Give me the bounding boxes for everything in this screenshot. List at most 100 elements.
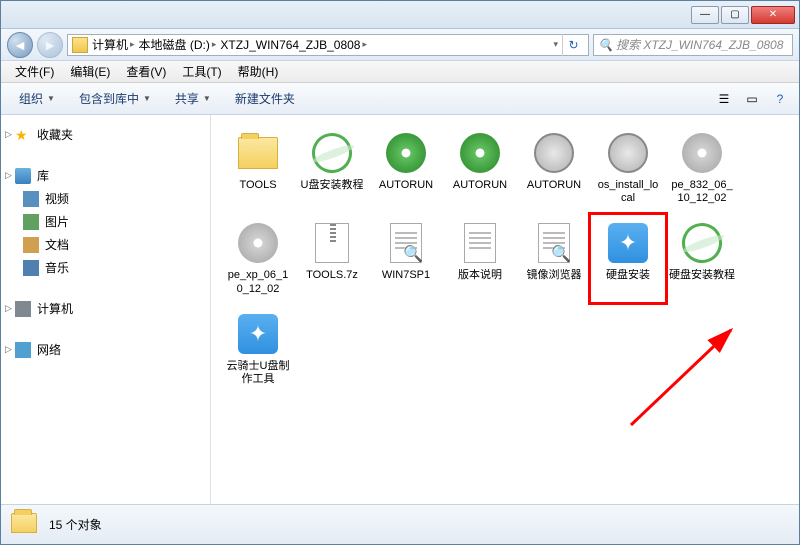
sidebar-videos[interactable]: 视频 [5, 187, 206, 210]
file-label: 云骑士U盘制作工具 [225, 360, 291, 386]
file-label: AUTORUN [527, 179, 581, 192]
file-item[interactable]: AUTORUN [371, 127, 441, 209]
file-icon: ✦ [606, 221, 650, 265]
new-folder-button[interactable]: 新建文件夹 [225, 86, 305, 111]
body: ▷★收藏夹 ▷库 视频 图片 文档 音乐 ▷计算机 ▷网络 TOOLS U盘安装教… [1, 115, 799, 504]
file-icon [532, 131, 576, 175]
file-label: os_install_local [595, 179, 661, 205]
refresh-button[interactable]: ↻ [562, 34, 584, 56]
breadcrumb-segment[interactable]: XTZJ_WIN764_ZJB_0808▸ [220, 38, 367, 52]
file-item[interactable]: ✦ 云骑士U盘制作工具 [223, 308, 293, 390]
file-icon [310, 131, 354, 175]
minimize-button[interactable]: — [691, 6, 719, 24]
file-item[interactable]: 硬盘安装教程 [667, 217, 737, 299]
file-item[interactable]: WIN7SP1 [371, 217, 441, 299]
organize-button[interactable]: 组织▼ [9, 86, 65, 111]
sidebar-network[interactable]: ▷网络 [5, 338, 206, 361]
file-item[interactable]: AUTORUN [519, 127, 589, 209]
item-count: 15 个对象 [49, 516, 102, 533]
file-icon [458, 221, 502, 265]
file-icon [236, 131, 280, 175]
pictures-icon [23, 214, 39, 230]
file-item[interactable]: pe_832_06_10_12_02 [667, 127, 737, 209]
file-icon [384, 221, 428, 265]
menu-help[interactable]: 帮助(H) [230, 61, 287, 82]
window-controls: — ▢ ✕ [691, 6, 795, 24]
file-icon [680, 221, 724, 265]
menubar: 文件(F) 编辑(E) 查看(V) 工具(T) 帮助(H) [1, 61, 799, 83]
file-item[interactable]: TOOLS.7z [297, 217, 367, 299]
search-input[interactable]: 🔍 搜索 XTZJ_WIN764_ZJB_0808 [593, 34, 793, 56]
file-icon [236, 221, 280, 265]
close-button[interactable]: ✕ [751, 6, 795, 24]
file-item[interactable]: pe_xp_06_10_12_02 [223, 217, 293, 299]
include-library-button[interactable]: 包含到库中▼ [69, 86, 161, 111]
annotation-arrow [621, 315, 751, 435]
video-icon [23, 191, 39, 207]
file-item[interactable]: AUTORUN [445, 127, 515, 209]
star-icon: ★ [15, 127, 31, 143]
menu-file[interactable]: 文件(F) [7, 61, 62, 82]
file-label: 镜像浏览器 [527, 269, 582, 282]
titlebar: — ▢ ✕ [1, 1, 799, 29]
file-icon [532, 221, 576, 265]
file-label: pe_832_06_10_12_02 [669, 179, 735, 205]
file-icon [384, 131, 428, 175]
sidebar-pictures[interactable]: 图片 [5, 210, 206, 233]
file-item[interactable]: 版本说明 [445, 217, 515, 299]
navbar: ◄ ► 计算机▸ 本地磁盘 (D:)▸ XTZJ_WIN764_ZJB_0808… [1, 29, 799, 61]
file-list[interactable]: TOOLS U盘安装教程 AUTORUN AUTORUN AUTORUN os_insta… [211, 115, 799, 504]
sidebar-music[interactable]: 音乐 [5, 256, 206, 279]
sidebar-favorites[interactable]: ▷★收藏夹 [5, 123, 206, 146]
breadcrumb-segment[interactable]: 计算机▸ [92, 36, 135, 53]
folder-icon [11, 513, 39, 537]
menu-edit[interactable]: 编辑(E) [62, 61, 118, 82]
file-label: U盘安装教程 [301, 179, 364, 192]
maximize-button[interactable]: ▢ [721, 6, 749, 24]
sidebar-libraries[interactable]: ▷库 [5, 164, 206, 187]
file-item[interactable]: os_install_local [593, 127, 663, 209]
library-icon [15, 168, 31, 184]
back-button[interactable]: ◄ [7, 32, 33, 58]
forward-button[interactable]: ► [37, 32, 63, 58]
documents-icon [23, 237, 39, 253]
file-item[interactable]: 镜像浏览器 [519, 217, 589, 299]
file-label: AUTORUN [453, 179, 507, 192]
help-button[interactable]: ? [769, 88, 791, 110]
search-icon: 🔍 [598, 38, 612, 52]
music-icon [23, 260, 39, 276]
address-bar[interactable]: 计算机▸ 本地磁盘 (D:)▸ XTZJ_WIN764_ZJB_0808▸ ▾ … [67, 34, 589, 56]
menu-view[interactable]: 查看(V) [118, 61, 174, 82]
breadcrumb-segment[interactable]: 本地磁盘 (D:)▸ [139, 36, 217, 53]
network-icon [15, 342, 31, 358]
share-button[interactable]: 共享▼ [165, 86, 221, 111]
sidebar-computer[interactable]: ▷计算机 [5, 297, 206, 320]
history-dropdown[interactable]: ▾ [553, 39, 558, 50]
file-label: 硬盘安装 [606, 269, 650, 282]
toolbar: 组织▼ 包含到库中▼ 共享▼ 新建文件夹 ☰ ▭ ? [1, 83, 799, 115]
file-icon [680, 131, 724, 175]
file-item[interactable]: U盘安装教程 [297, 127, 367, 209]
view-options-button[interactable]: ☰ [713, 88, 735, 110]
file-label: AUTORUN [379, 179, 433, 192]
search-placeholder: 搜索 XTZJ_WIN764_ZJB_0808 [616, 36, 783, 53]
menu-tools[interactable]: 工具(T) [174, 61, 229, 82]
file-label: 版本说明 [458, 269, 502, 282]
file-icon: ✦ [236, 312, 280, 356]
file-label: TOOLS [239, 179, 276, 192]
statusbar: 15 个对象 [1, 504, 799, 544]
file-icon [310, 221, 354, 265]
file-label: pe_xp_06_10_12_02 [225, 269, 291, 295]
explorer-window: — ▢ ✕ ◄ ► 计算机▸ 本地磁盘 (D:)▸ XTZJ_WIN764_ZJ… [0, 0, 800, 545]
sidebar: ▷★收藏夹 ▷库 视频 图片 文档 音乐 ▷计算机 ▷网络 [1, 115, 211, 504]
file-label: TOOLS.7z [306, 269, 358, 282]
file-item[interactable]: TOOLS [223, 127, 293, 209]
preview-pane-button[interactable]: ▭ [741, 88, 763, 110]
file-icon [606, 131, 650, 175]
folder-icon [72, 37, 88, 53]
computer-icon [15, 301, 31, 317]
file-item[interactable]: ✦ 硬盘安装 [593, 217, 663, 299]
file-icon [458, 131, 502, 175]
file-label: WIN7SP1 [382, 269, 430, 282]
sidebar-documents[interactable]: 文档 [5, 233, 206, 256]
